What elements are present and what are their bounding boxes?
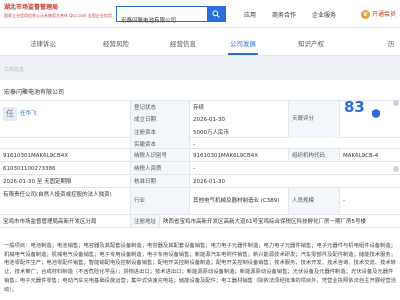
table-row: 任任华飞 登记状态 存续 成立日期 2026-01-30 注册资本 5000万人… — [0, 101, 400, 138]
table-row: 宝鸡市市场监督管理局高新开发区分局 注册地址 陕西省宝鸡市高新开发区高新大道61… — [0, 215, 400, 228]
taxpayer-id-value: 91610301MAK6L9CB4X — [193, 153, 259, 159]
nav-app[interactable]: 应用 — [244, 10, 256, 19]
tab-ip[interactable]: 知识产权 — [298, 38, 324, 48]
reg-capital-value: 5000万人民币 — [193, 130, 229, 136]
approve-date-label: 核准日期 — [130, 175, 190, 187]
authority-value: 宝鸡市市场监督管理局高新开发区分局 — [3, 219, 97, 225]
blank-cell — [0, 138, 130, 148]
table-row: 实缴资本 - — [0, 138, 400, 149]
business-term-value: 2026-01-30 至 无固定期限 — [3, 179, 72, 185]
staff-label: 人员规模 — [288, 188, 340, 214]
search-input[interactable] — [117, 13, 205, 27]
paid-capital-label: 实缴资本 — [130, 138, 190, 148]
reg-status-value: 存续 — [193, 105, 205, 111]
table-row: 2026-01-30 至 无固定期限 核准日期 2026-01-30 — [0, 175, 400, 188]
tab-legal[interactable]: 法律诉讼 — [30, 38, 56, 48]
site-logo[interactable]: 湖北市场监督管理局 国家企业信用信息公示系统官方合作 Qcc.com 全国企业信… — [4, 3, 112, 25]
logo-title: 湖北市场监督管理局 — [4, 4, 59, 11]
legal-rep-name[interactable]: 任华飞 — [20, 111, 37, 117]
vip-label: 开通会员 — [371, 11, 396, 18]
side-button[interactable] — [393, 166, 399, 172]
business-info-table: 任任华飞 登记状态 存续 成立日期 2026-01-30 注册资本 5000万人… — [0, 100, 400, 228]
tab-operation[interactable]: 经营信息 — [170, 38, 196, 48]
search-box — [116, 6, 226, 27]
reg-capital-label: 注册资本 — [130, 126, 190, 138]
tab-risk[interactable]: 经营风险 — [103, 38, 129, 48]
org-code-label: 组织机构代码 — [288, 149, 340, 161]
shield-icon — [372, 109, 380, 118]
page: 湖北市场监督管理局 国家企业信用信息公示系统官方合作 Qcc.com 全国企业信… — [0, 0, 400, 300]
tab-history[interactable]: 历 — [388, 38, 395, 48]
nav-enterprise[interactable]: 企业服务 — [312, 10, 336, 19]
org-code-value: MAK6L9CB-4 — [343, 153, 379, 159]
taxpayer-quality-value: - — [193, 166, 195, 172]
legal-rep-avatar: 任 — [3, 107, 17, 121]
active-tab-indicator — [228, 53, 258, 55]
staff-value: - — [343, 198, 345, 204]
reg-number-value: 610301100273386 — [3, 166, 56, 172]
table-row: 有限责任公司(自然人投资或控股的法人独资) 行业 其他电气机械及器材制造业 (C… — [0, 188, 400, 215]
rating-label: 天眼评分 — [288, 101, 340, 138]
reg-status-label: 登记状态 — [130, 101, 190, 113]
industry-label: 行业 — [130, 188, 190, 214]
nav-business[interactable]: 商务合作 — [272, 10, 296, 19]
tab-development[interactable]: 公司发展 — [230, 38, 256, 48]
credit-code-value: 91610301MAK6L9CB4X — [3, 153, 69, 159]
legal-rep-cell: 任任华飞 — [0, 101, 130, 137]
side-toolbar — [390, 96, 400, 246]
company-type-value: 有限责任公司(自然人投资或控股的法人独资) — [3, 192, 112, 198]
side-button[interactable] — [393, 100, 399, 106]
found-date-value: 2026-01-30 — [193, 117, 225, 123]
rating-cell: 83 — [340, 101, 390, 138]
table-row: 610301100273386 纳税人资质 - — [0, 162, 400, 175]
search-button[interactable] — [207, 7, 225, 21]
address-label: 注册地址 — [130, 215, 160, 227]
paid-capital-value: - — [193, 142, 195, 148]
logo-subtitle: 国家企业信用信息公示系统官方合作 Qcc.com 全国企业信用查询平台 — [4, 13, 112, 18]
address-value: 陕西省宝鸡市高新开发区高新大道61号宝鸡综合保税区科技孵化厂房一期厂房5号楼 — [163, 219, 367, 225]
vip-button[interactable]: ♛ 开通会员 — [360, 9, 396, 19]
found-date-label: 成立日期 — [130, 113, 190, 126]
business-scope-text: 一般项目：电池制造；电池销售；电容器及其配套设备制造；电容器及其配套设备销售；电… — [0, 238, 400, 300]
search-icon — [212, 10, 220, 18]
taxpayer-id-label: 纳税人识别号 — [130, 149, 190, 161]
table-row: 91610301MAK6L9CB4X 纳税人识别号 91610301MAK6L9… — [0, 149, 400, 162]
approve-date-value: 2026-01-30 — [193, 179, 225, 185]
top-bar: 湖北市场监督管理局 国家企业信用信息公示系统官方合作 Qcc.com 全国企业信… — [0, 0, 400, 28]
industry-value: 其他电气机械及器材制造业 (C389) — [193, 198, 280, 204]
section-tabs: 法律诉讼 经营风险 经营信息 公司发展 知识产权 历 — [0, 28, 400, 56]
company-name: 宏泰闪聚电池有限公司 — [4, 89, 65, 96]
crown-icon: ♛ — [360, 10, 370, 19]
section-heading: 工商信息 — [4, 67, 25, 73]
rating-score[interactable]: 83 — [344, 101, 365, 115]
taxpayer-quality-label: 纳税人资质 — [130, 162, 190, 174]
